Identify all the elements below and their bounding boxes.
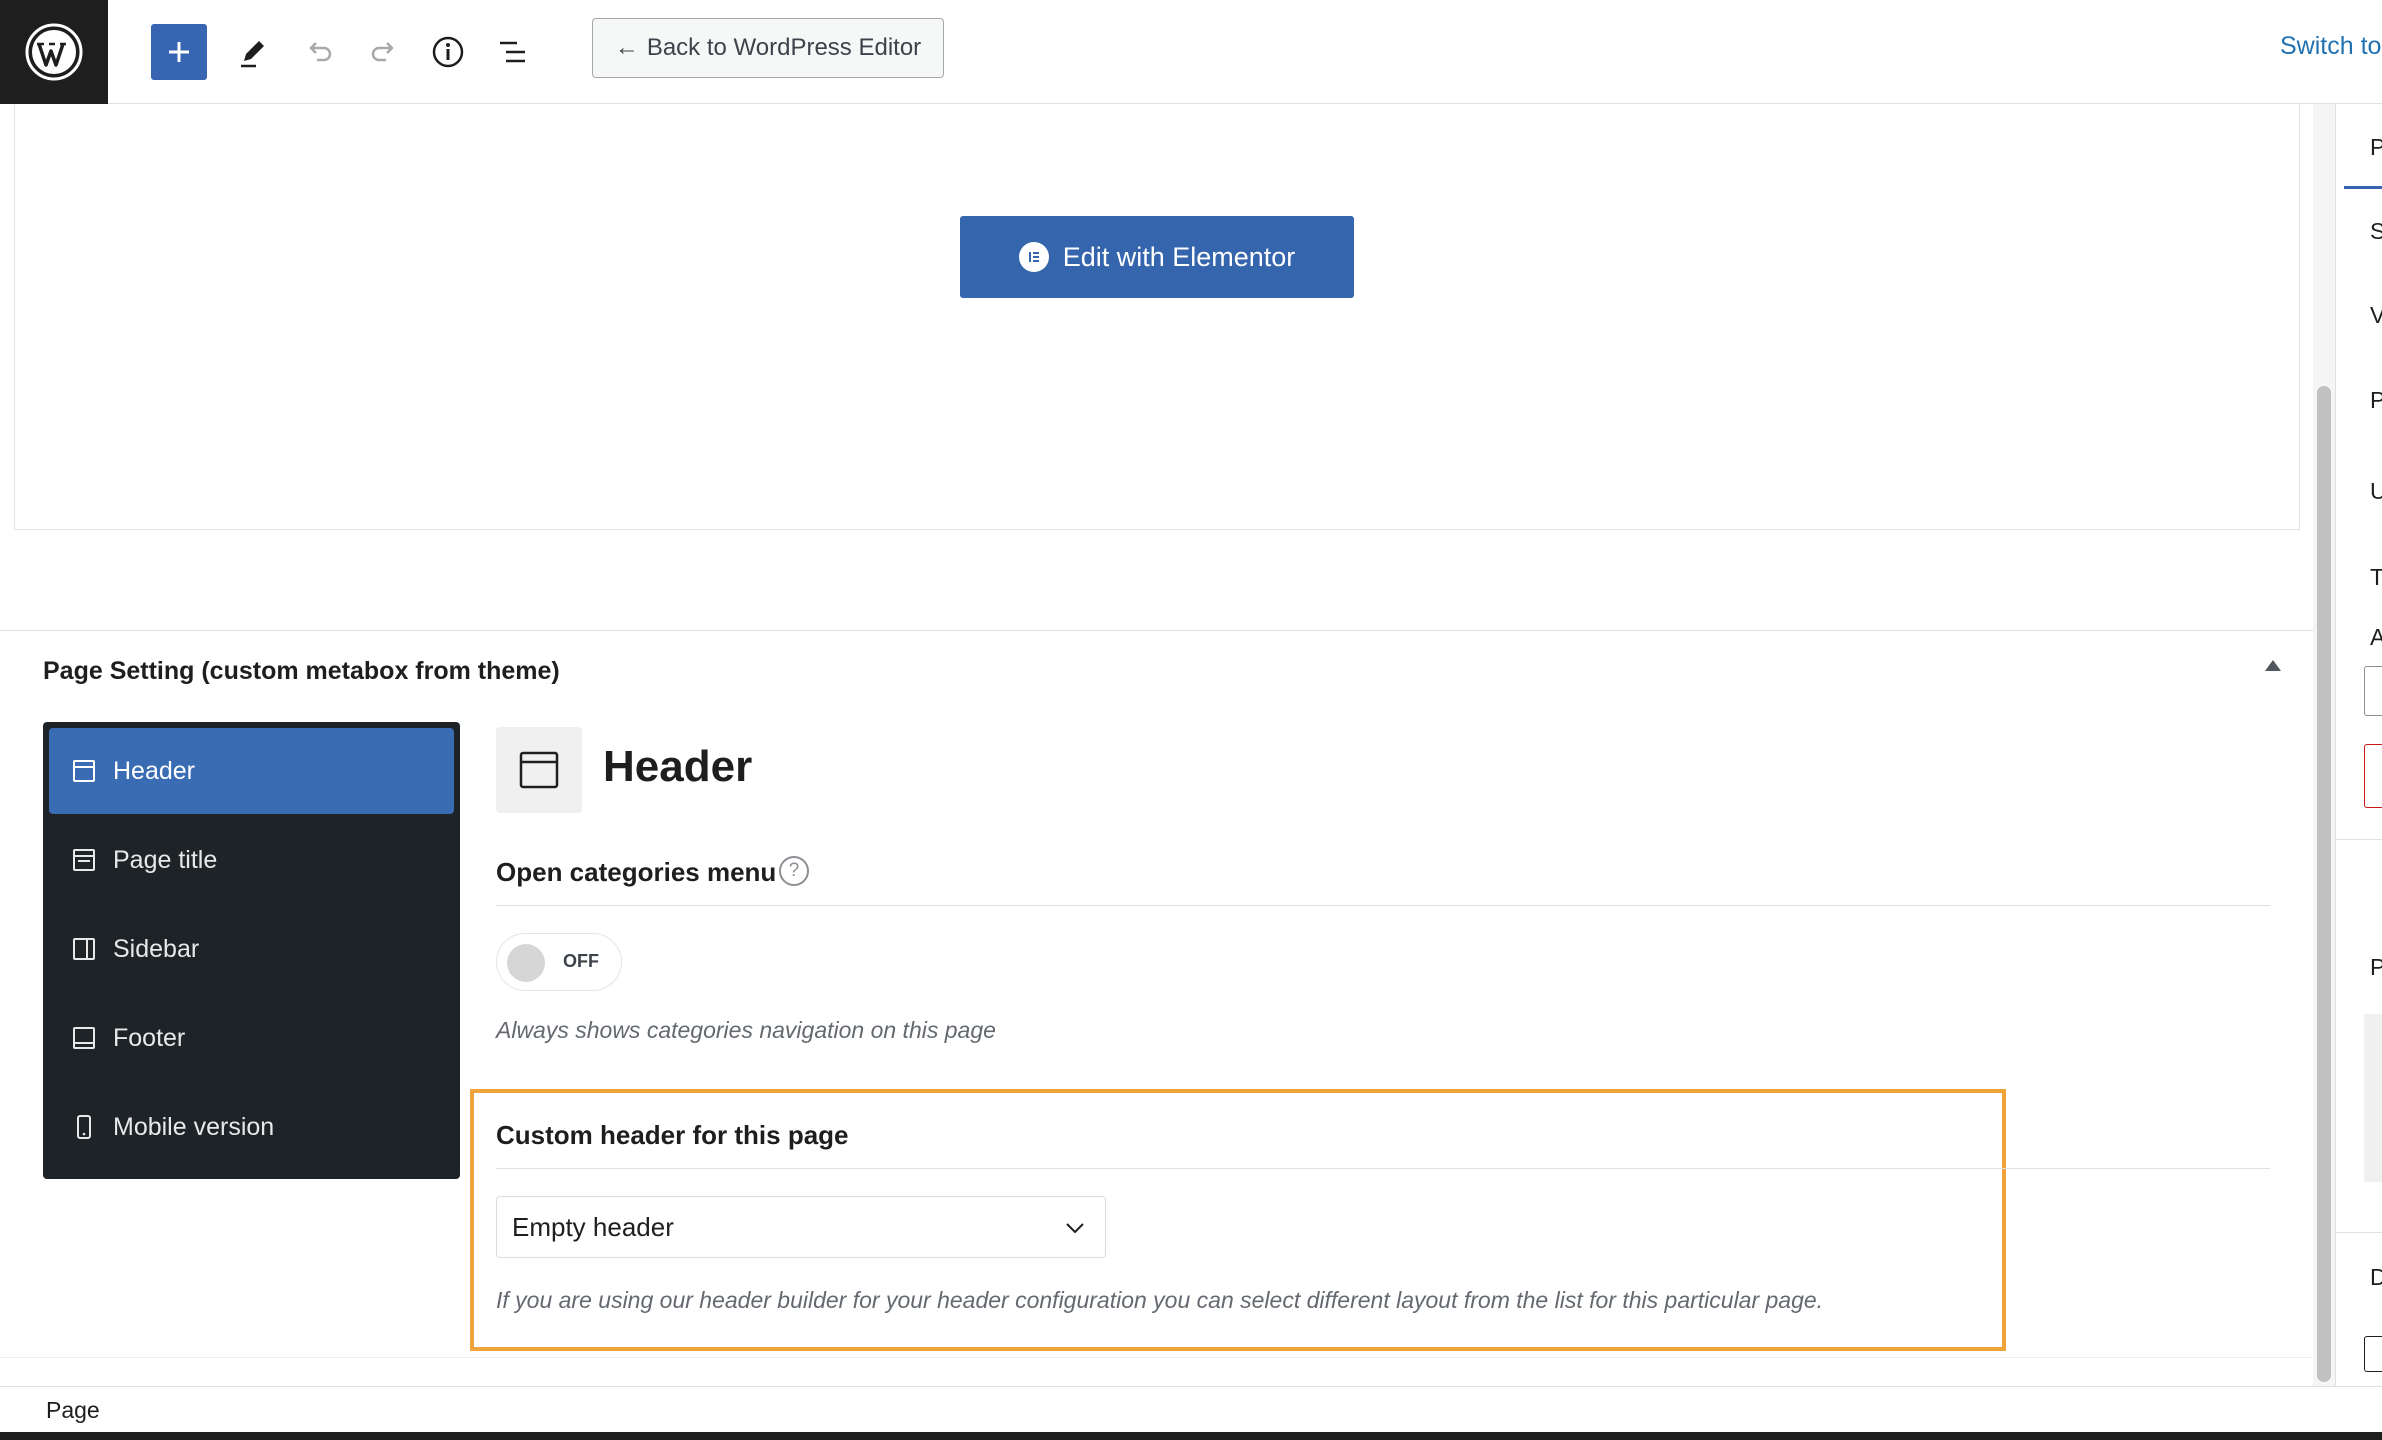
add-block-button[interactable]: [151, 24, 207, 80]
nav-item-label: Sidebar: [113, 934, 200, 963]
section-title: Header: [603, 742, 753, 791]
toggle-state-label: OFF: [563, 951, 599, 971]
collapse-arrow-icon[interactable]: [2265, 660, 2281, 671]
panel-preview-box: [2364, 1014, 2382, 1182]
scrollbar-thumb[interactable]: [2317, 386, 2331, 1382]
help-icon[interactable]: ?: [779, 856, 809, 886]
panel-row-label: V: [2370, 302, 2382, 328]
panel-warning-box: [2364, 744, 2382, 808]
select-value: Empty header: [512, 1211, 674, 1242]
nav-item-footer[interactable]: Footer: [49, 995, 454, 1081]
nav-item-label: Page title: [113, 845, 218, 874]
chevron-down-icon: [1066, 1223, 1084, 1234]
metabox-side-nav: Header Page title Sidebar Footer Mobile …: [43, 722, 460, 1179]
panel-button[interactable]: [2364, 1336, 2382, 1372]
redo-icon[interactable]: [356, 24, 412, 80]
open-categories-label: Open categories menu: [496, 857, 777, 887]
metabox-divider: [0, 630, 2316, 631]
field-divider: [496, 905, 2270, 906]
section-header-icon: [496, 727, 582, 813]
elementor-editor-area: [14, 104, 2300, 530]
elementor-logo-icon: [1018, 242, 1049, 272]
nav-item-page-title[interactable]: Page title: [49, 817, 454, 903]
panel-row-label: A: [2370, 624, 2382, 650]
nav-item-header[interactable]: Header: [49, 728, 454, 814]
custom-header-label: Custom header for this page: [496, 1120, 849, 1150]
details-info-icon[interactable]: [420, 24, 476, 80]
panel-row-label: D: [2370, 1264, 2382, 1290]
arrow-left-icon: ←: [614, 34, 639, 61]
panel-row-label: P: [2370, 387, 2382, 413]
nav-item-label: Header: [113, 756, 195, 785]
mobile-icon: [77, 1115, 91, 1139]
panel-input[interactable]: [2364, 666, 2382, 716]
metabox-title: Page Setting (custom metabox from theme): [43, 657, 560, 685]
breadcrumb[interactable]: Page: [46, 1397, 100, 1424]
panel-row-label: S: [2370, 218, 2382, 244]
panel-tab-label[interactable]: P: [2370, 134, 2382, 161]
list-view-icon[interactable]: [485, 24, 541, 80]
switch-link[interactable]: Switch to: [2280, 32, 2381, 61]
edit-pencil-icon[interactable]: [225, 24, 281, 80]
footer-icon: [73, 1027, 95, 1049]
nav-item-mobile-version[interactable]: Mobile version: [49, 1084, 454, 1170]
active-tab-indicator: [2344, 186, 2382, 189]
editor-toolbar: ← Back to WordPress Editor Switch to: [0, 0, 2382, 104]
settings-sidebar: P S V P U T A P D: [2335, 104, 2382, 1386]
elementor-button-label: Edit with Elementor: [1062, 241, 1296, 272]
nav-item-label: Footer: [113, 1023, 186, 1052]
open-categories-description: Always shows categories navigation on th…: [496, 1017, 996, 1043]
field-divider: [496, 1168, 2270, 1169]
sidebar-icon: [73, 938, 95, 960]
header-icon: [73, 760, 95, 782]
wordpress-logo-icon[interactable]: [0, 0, 108, 104]
nav-item-label: Mobile version: [113, 1112, 275, 1141]
status-bar: Page: [0, 1386, 2382, 1432]
edit-with-elementor-button[interactable]: Edit with Elementor: [960, 216, 1354, 298]
panel-divider: [2336, 1232, 2382, 1233]
back-to-wordpress-editor-button[interactable]: ← Back to WordPress Editor: [592, 18, 944, 78]
content-divider: [0, 1357, 2316, 1358]
nav-item-sidebar[interactable]: Sidebar: [49, 906, 454, 992]
undo-icon[interactable]: [291, 24, 347, 80]
panel-divider: [2336, 839, 2382, 840]
bottom-strip: [0, 1432, 2382, 1440]
toggle-knob: [507, 944, 545, 982]
custom-header-description: If you are using our header builder for …: [496, 1287, 1824, 1313]
panel-row-label: T: [2370, 564, 2382, 590]
page-title-icon: [73, 849, 95, 871]
custom-header-select[interactable]: Empty header: [496, 1196, 1106, 1258]
panel-row-label: P: [2370, 954, 2382, 980]
back-button-label: Back to WordPress Editor: [646, 34, 922, 61]
panel-row-label: U: [2370, 478, 2382, 504]
open-categories-toggle[interactable]: OFF: [496, 933, 622, 991]
